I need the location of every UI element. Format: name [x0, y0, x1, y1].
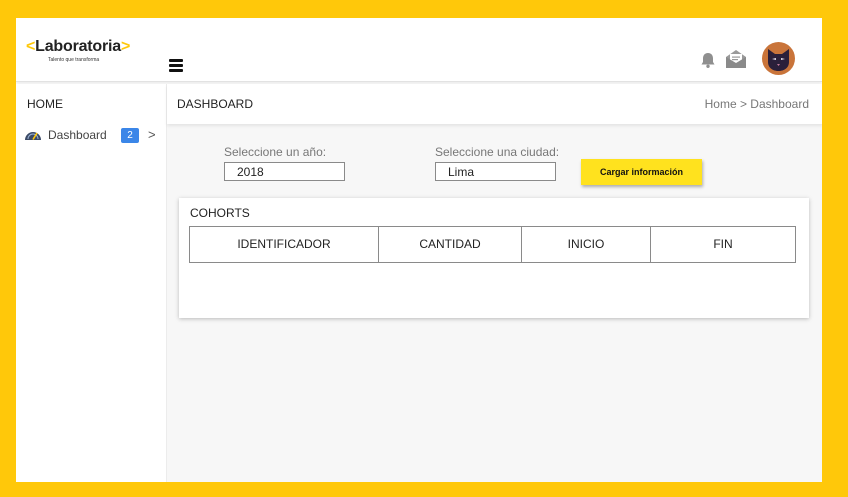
logo-tagline: Talento que transforma	[48, 57, 100, 63]
logo-text: Laboratoria	[35, 38, 121, 55]
cohorts-table: IDENTIFICADOR CANTIDAD INICIO FIN	[189, 226, 796, 263]
breadcrumb[interactable]: Home > Dashboard	[705, 97, 809, 111]
mail-icon[interactable]	[725, 49, 747, 69]
cohorts-title: COHORTS	[190, 206, 250, 220]
logo-bracket-right: >	[120, 38, 131, 55]
column-header-identificador[interactable]: IDENTIFICADOR	[190, 227, 379, 262]
city-input[interactable]: Lima	[435, 162, 556, 181]
gauge-icon	[25, 132, 41, 140]
bell-icon[interactable]	[699, 51, 717, 69]
user-avatar[interactable]	[762, 42, 795, 75]
city-label: Seleccione una ciudad:	[435, 145, 560, 159]
page-title: DASHBOARD	[177, 97, 254, 111]
year-label: Seleccione un año:	[224, 145, 327, 159]
logo-wordmark: <Laboratoria>	[26, 38, 156, 56]
app-window: <Laboratoria> Talento que transforma HOM…	[16, 18, 822, 482]
year-input[interactable]: 2018	[224, 162, 345, 181]
column-header-fin[interactable]: FIN	[651, 227, 795, 262]
column-header-cantidad[interactable]: CANTIDAD	[379, 227, 522, 262]
column-header-inicio[interactable]: INICIO	[522, 227, 651, 262]
page-header: DASHBOARD Home > Dashboard	[167, 84, 822, 124]
load-info-button[interactable]: Cargar información	[581, 159, 702, 185]
top-bar: <Laboratoria> Talento que transforma	[16, 18, 822, 82]
laboratoria-logo[interactable]: <Laboratoria> Talento que transforma	[26, 38, 156, 63]
chevron-right-icon[interactable]: >	[148, 127, 156, 142]
cohorts-card: COHORTS IDENTIFICADOR CANTIDAD INICIO FI…	[179, 198, 809, 318]
menu-icon[interactable]	[169, 59, 183, 73]
sidebar-item-dashboard[interactable]: Dashboard 2 >	[24, 126, 164, 146]
sidebar-home-label[interactable]: HOME	[27, 97, 63, 111]
main-content: DASHBOARD Home > Dashboard Seleccione un…	[166, 84, 822, 482]
sidebar-item-label: Dashboard	[48, 128, 107, 142]
notification-badge: 2	[121, 128, 139, 143]
cat-icon	[768, 49, 789, 71]
logo-bracket-left: <	[26, 38, 36, 55]
sidebar: HOME Dashboard 2 >	[16, 84, 166, 482]
